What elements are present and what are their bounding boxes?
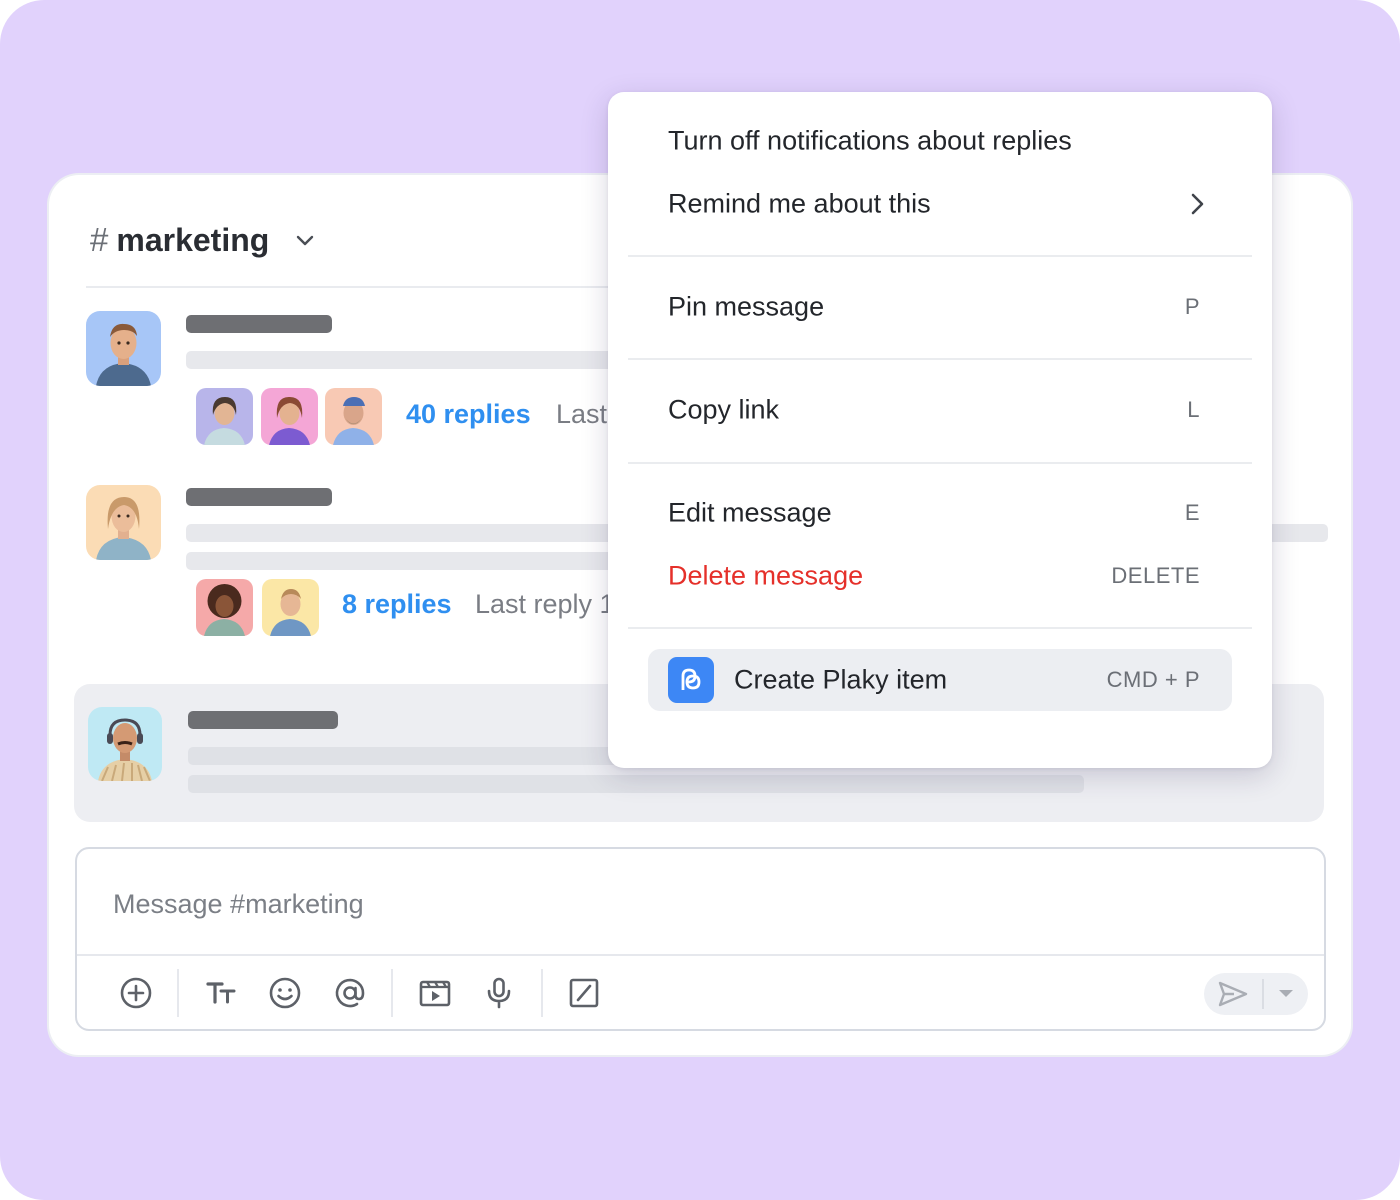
message-input[interactable] [113, 879, 1263, 929]
thread-replies-link[interactable]: 40 replies [406, 399, 531, 430]
slash-command-icon[interactable] [562, 971, 606, 1015]
plaky-logo-icon [668, 657, 714, 703]
menu-item-label: Remind me about this [668, 188, 931, 219]
replier-avatar [196, 579, 253, 636]
thread-replies-link[interactable]: 8 replies [342, 589, 452, 620]
replier-avatar [325, 388, 382, 445]
channel-name[interactable]: marketing [116, 222, 269, 259]
menu-item-label: Create Plaky item [734, 664, 948, 695]
menu-divider [628, 627, 1252, 629]
caret-down-icon[interactable] [1264, 973, 1308, 1015]
toolbar-separator [177, 969, 179, 1017]
send-icon[interactable] [1204, 973, 1262, 1015]
menu-item-label: Copy link [668, 394, 780, 425]
menu-item-label: Turn off notifications about replies [668, 125, 1072, 156]
menu-item-remind-me[interactable]: Remind me about this [608, 176, 1272, 232]
menu-item-shortcut: DELETE [1111, 563, 1200, 588]
add-icon[interactable] [114, 971, 158, 1015]
message-author-placeholder [186, 488, 332, 506]
message-text-placeholder [186, 351, 616, 369]
message-text-placeholder [186, 552, 616, 570]
toolbar-separator [391, 969, 393, 1017]
menu-divider [628, 462, 1252, 464]
avatar[interactable] [86, 311, 161, 386]
replier-avatar [196, 388, 253, 445]
message-context-menu: Turn off notifications about replies Rem… [608, 92, 1272, 768]
page-background: # marketing 40 replies Last 8 replies La… [0, 0, 1400, 1200]
thread-last-reply: Last [556, 399, 608, 429]
thread-last-reply: Last reply 1 [475, 589, 608, 619]
channel-header[interactable]: # marketing [90, 218, 317, 262]
menu-item-edit-message[interactable]: Edit message E [608, 485, 1272, 541]
mention-icon[interactable] [328, 971, 372, 1015]
chevron-right-icon [1191, 193, 1204, 215]
message-text-placeholder [188, 775, 1084, 793]
message-author-placeholder [188, 711, 338, 729]
menu-item-delete-message[interactable]: Delete message DELETE [608, 548, 1272, 604]
menu-item-shortcut: CMD + P [1106, 667, 1200, 692]
menu-item-create-plaky-item[interactable]: Create Plaky item CMD + P [648, 649, 1232, 711]
send-button-group [1204, 973, 1308, 1015]
channel-hash-symbol: # [90, 221, 109, 258]
avatar[interactable] [88, 707, 162, 781]
message-text-placeholder [188, 747, 618, 765]
menu-item-label: Edit message [668, 497, 832, 528]
menu-item-shortcut: P [1184, 294, 1200, 319]
video-clip-icon[interactable] [413, 971, 457, 1015]
microphone-icon[interactable] [477, 971, 521, 1015]
menu-item-label: Pin message [668, 291, 825, 322]
replier-avatar [261, 388, 318, 445]
message-text-placeholder [186, 524, 616, 542]
menu-divider [628, 255, 1252, 257]
emoji-icon[interactable] [263, 971, 307, 1015]
menu-item-shortcut: L [1187, 397, 1200, 422]
composer-divider [77, 954, 1324, 956]
menu-item-copy-link[interactable]: Copy link L [608, 382, 1272, 438]
avatar[interactable] [86, 485, 161, 560]
message-composer [75, 847, 1326, 1031]
menu-divider [628, 358, 1252, 360]
menu-item-label: Delete message [668, 560, 864, 591]
replier-avatar [262, 579, 319, 636]
header-divider [86, 286, 616, 288]
chevron-down-icon[interactable] [293, 228, 317, 252]
menu-item-turn-off-notifications[interactable]: Turn off notifications about replies [608, 113, 1272, 169]
message-author-placeholder [186, 315, 332, 333]
message-text-placeholder [1268, 524, 1328, 542]
menu-item-shortcut: E [1184, 500, 1200, 525]
toolbar-separator [541, 969, 543, 1017]
text-format-icon[interactable] [199, 971, 243, 1015]
menu-item-pin-message[interactable]: Pin message P [608, 279, 1272, 335]
